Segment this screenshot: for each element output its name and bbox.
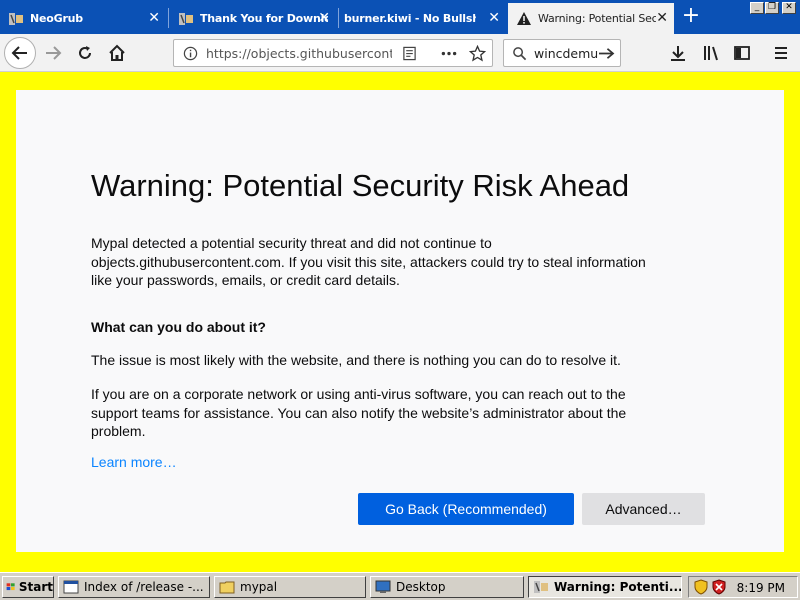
search-input[interactable]: wincdemu — [534, 46, 598, 61]
hamburger-menu-icon — [775, 47, 787, 59]
close-tab-icon[interactable]: ✕ — [318, 11, 330, 25]
folder-icon — [219, 581, 235, 594]
search-icon — [513, 47, 527, 61]
paragraph-line: problem. — [91, 423, 146, 439]
url-text[interactable]: https://objects.githubusercontent.com — [206, 46, 392, 61]
tab-warning-active[interactable]: Warning: Potential Security Risk Ahead ✕ — [508, 3, 674, 34]
taskbar-item-label: mypal — [240, 580, 278, 594]
taskbar-item-warning[interactable]: Warning: Potenti... — [528, 576, 682, 598]
url-bar[interactable]: https://objects.githubusercontent.com — [173, 39, 493, 67]
site-favicon-icon — [179, 12, 193, 25]
clock: 8:19 PM — [736, 581, 785, 595]
system-tray: 8:19 PM — [688, 576, 798, 598]
close-tab-icon[interactable]: ✕ — [488, 11, 500, 25]
intro-line: Mypal detected a potential security thre… — [91, 235, 492, 251]
site-favicon-icon — [9, 12, 23, 25]
search-bar[interactable]: wincdemu — [503, 39, 621, 67]
tab-separator — [338, 8, 339, 28]
new-tab-button[interactable]: + — [680, 5, 702, 28]
back-button[interactable] — [4, 37, 36, 69]
intro-line: like your passwords, emails, or credit c… — [91, 272, 400, 288]
close-window-button[interactable]: ✕ — [782, 2, 796, 14]
shield-icon[interactable] — [693, 579, 709, 595]
desktop-icon — [375, 580, 391, 593]
section-heading: What can you do about it? — [91, 319, 266, 335]
search-go-arrow-icon[interactable] — [598, 46, 615, 61]
page-title: Warning: Potential Security Risk Ahead — [91, 168, 630, 203]
close-tab-icon[interactable]: ✕ — [656, 11, 668, 25]
info-icon[interactable] — [183, 46, 198, 61]
taskbar-item-label: Warning: Potenti... — [554, 580, 682, 594]
go-back-button[interactable]: Go Back (Recommended) — [358, 493, 574, 525]
advanced-button[interactable]: Advanced… — [582, 493, 705, 525]
start-label: Start — [18, 580, 53, 594]
reload-icon — [79, 46, 91, 59]
library-button[interactable] — [696, 38, 726, 68]
start-button[interactable]: Start — [2, 576, 54, 598]
resolution-paragraph: The issue is most likely with the websit… — [91, 352, 621, 368]
tab-title: NeoGrub — [30, 12, 83, 25]
page-actions-icon[interactable] — [440, 46, 458, 61]
tab-title: burner.kiwi - No Bullshit Temp — [344, 12, 476, 25]
taskbar-item-desktop[interactable]: Desktop — [370, 576, 524, 598]
learn-more-link[interactable]: Learn more… — [91, 454, 177, 470]
back-arrow-icon — [11, 46, 27, 60]
restore-button[interactable]: ❐ — [765, 2, 779, 14]
error-page: Warning: Potential Security Risk Ahead M… — [16, 90, 784, 552]
tab-neogrub[interactable]: NeoGrub ✕ — [0, 3, 166, 34]
browser-app-icon — [534, 581, 548, 593]
tab-thank-you[interactable]: Thank You for Downloading ✕ — [170, 3, 336, 34]
tab-burner-kiwi[interactable]: burner.kiwi - No Bullshit Temp ✕ — [340, 3, 506, 34]
tab-strip: NeoGrub ✕ Thank You for Downloading ✕ bu… — [0, 0, 800, 34]
security-alert-icon[interactable] — [711, 579, 727, 595]
windows-logo-icon — [6, 583, 15, 591]
paragraph-line: support teams for assistance. You can al… — [91, 404, 627, 421]
taskbar-item-mypal[interactable]: mypal — [214, 576, 366, 598]
taskbar-item-index-of-release[interactable]: Index of /release -... — [58, 576, 210, 598]
forward-button[interactable] — [38, 38, 68, 68]
tab-separator — [168, 8, 169, 28]
taskbar-item-label: Index of /release -... — [84, 580, 204, 594]
forward-arrow-icon — [46, 46, 62, 60]
minimize-button[interactable]: _ — [750, 2, 764, 14]
download-icon — [671, 46, 685, 61]
home-button[interactable] — [102, 38, 132, 68]
tab-title: Warning: Potential Security Risk Ahead — [538, 12, 656, 25]
downloads-button[interactable] — [663, 38, 693, 68]
close-tab-icon[interactable]: ✕ — [148, 11, 160, 25]
app-window: NeoGrub ✕ Thank You for Downloading ✕ bu… — [0, 0, 800, 600]
tab-title: Thank You for Downloading — [200, 12, 328, 25]
taskbar: Start Index of /release -... mypal Deskt… — [0, 572, 800, 600]
taskbar-item-label: Desktop — [396, 580, 446, 594]
home-icon — [109, 44, 125, 61]
reader-view-icon[interactable] — [402, 46, 417, 61]
warning-icon — [517, 11, 531, 25]
bookmark-star-icon[interactable] — [469, 45, 486, 62]
sidebar-button[interactable] — [727, 38, 757, 68]
paragraph-line: If you are on a corporate network or usi… — [91, 386, 626, 402]
intro-paragraph: Mypal detected a potential security thre… — [91, 234, 691, 290]
library-icon — [704, 46, 718, 61]
intro-line: objects.githubusercontent.com. If you vi… — [91, 253, 646, 270]
sidebar-icon — [734, 46, 750, 60]
navigation-toolbar: https://objects.githubusercontent.com wi… — [0, 34, 800, 72]
menu-button[interactable] — [766, 38, 796, 68]
reload-button[interactable] — [70, 38, 100, 68]
corporate-paragraph: If you are on a corporate network or usi… — [91, 385, 691, 441]
browser-window-icon — [63, 580, 79, 594]
